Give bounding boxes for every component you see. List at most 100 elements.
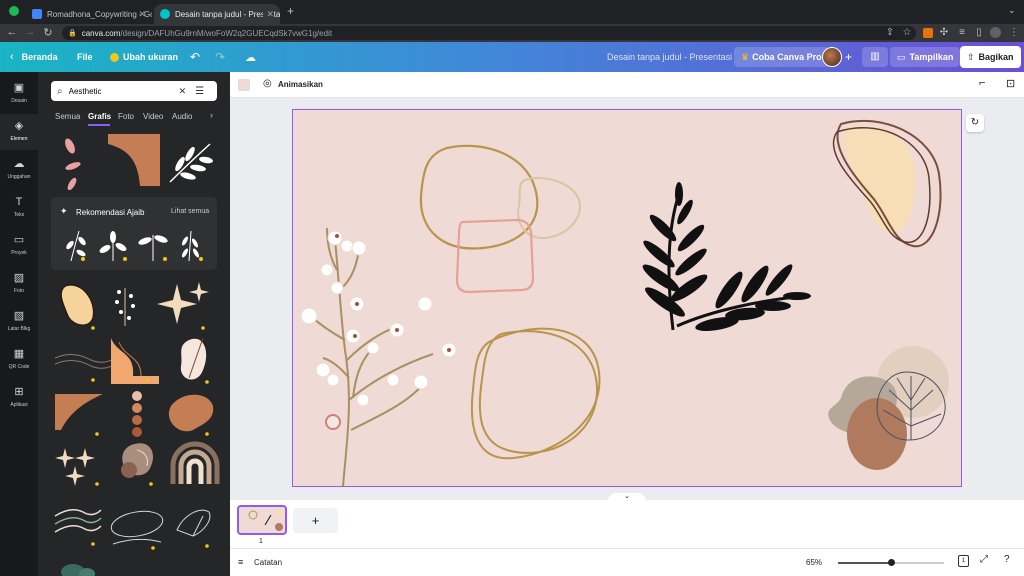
user-avatar[interactable] [822,47,842,67]
tab-grafis[interactable]: Grafis [88,112,111,121]
close-icon[interactable]: ✕ [263,8,274,20]
tab-video[interactable]: Video [143,112,163,121]
search-input[interactable] [68,86,175,96]
rail-label: Unggahan [7,174,31,180]
add-page-button[interactable]: + [293,508,338,533]
refresh-rotate-icon[interactable]: ↻ [966,114,984,132]
graphics-grid[interactable] [53,280,223,576]
home-button[interactable]: ‹ Beranda [10,42,58,72]
notes-icon: ≡ [238,557,244,567]
present-label: Tampilkan [909,52,954,62]
filter-sliders-icon[interactable]: ☰ [195,86,204,97]
canvas-artwork[interactable] [293,110,961,487]
chevron-left-icon: ‹ [10,51,14,63]
search-box[interactable]: ⌕ ✕ ☰ [51,81,217,101]
share-page-icon[interactable]: ⇪ [884,27,896,39]
canva-icon [160,9,170,19]
rail-item-desain[interactable]: ▣ Desain [0,76,38,112]
rail-item-elemen[interactable]: ◈ Elemen [0,114,38,150]
tab-semua[interactable]: Semua [55,112,80,121]
url-path: /design/DAFUhGu9rnM/woFoW2q2GUECqdSk7vwG… [120,28,333,38]
page-count-button[interactable]: 1 [958,555,969,567]
graphic-thumbnail[interactable] [164,138,216,186]
chevron-right-icon[interactable]: › [210,110,213,120]
cloud-save-icon[interactable]: ☁ [245,42,256,72]
lock-icon[interactable]: ⊡ [1006,77,1015,90]
zoom-value[interactable]: 65% [806,558,822,567]
share-button[interactable]: ⇧ Bagikan [960,46,1021,68]
canva-top-bar: ‹ Beranda File Ubah ukuran ↶ ↷ ☁ Desain … [0,42,1024,72]
close-icon[interactable]: ✕ [138,9,146,20]
document-title[interactable]: Desain tanpa judul - Presentasi [607,42,732,72]
graphic-thumbnail[interactable] [58,132,98,190]
editor-toolbar: ◎ Animasikan ⌐ ⊡ [230,72,1024,98]
extension-icon[interactable] [923,28,933,38]
new-tab-button[interactable]: + [287,4,294,18]
page-thumbnails-strip: 1 + [230,500,1024,548]
zoom-slider-track[interactable] [838,559,944,566]
active-tab-indicator [88,124,110,126]
rec-title: Rekomendasi Ajaib [76,208,145,217]
forward-arrow-icon[interactable]: → [22,26,38,38]
design-canvas[interactable] [292,109,962,487]
rail-item-foto[interactable]: ▨ Foto [0,266,38,302]
see-all-link[interactable]: Lihat semua [171,208,209,215]
pro-label: Coba Canva Pro [752,52,822,62]
rail-item-qr[interactable]: ▦ QR Code [0,342,38,378]
qr-icon: ▦ [13,348,25,360]
browser-tab-docs[interactable]: Romadhona_Copywriting - Goo ✕ [26,4,152,24]
layout-icon: ▣ [13,82,25,94]
file-menu-button[interactable]: File [77,42,93,72]
tab-audio[interactable]: Audio [172,112,192,121]
rail-label: Aplikasi [10,402,28,408]
undo-icon[interactable]: ↶ [190,42,200,72]
add-collaborator-icon[interactable]: + [845,42,852,72]
insights-chart-icon[interactable]: ▥ [862,47,888,67]
tab-search-icon[interactable]: ⌄ [1008,5,1016,16]
text-icon: T [15,196,23,208]
redo-icon[interactable]: ↷ [215,42,225,72]
spotify-icon[interactable] [9,6,19,16]
puzzle-icon[interactable]: ✣ [938,27,950,39]
help-icon[interactable]: ? [1004,554,1010,565]
profile-avatar[interactable] [990,27,1001,38]
rail-label: Proyek [11,250,27,256]
background-color-swatch[interactable] [238,79,250,91]
fullscreen-icon[interactable]: ⤢ [980,554,988,565]
browser-tab-canva[interactable]: Desain tanpa judul - Presentasi ✕ [154,4,280,24]
browser-menu-icon[interactable]: ⋮ [1008,27,1020,39]
apps-icon: ⊞ [14,386,24,398]
rail-item-proyek[interactable]: ▭ Proyek [0,228,38,264]
recommendation-thumbnails[interactable] [61,227,211,263]
try-pro-button[interactable]: ♛ Coba Canva Pro [734,47,829,67]
lock-icon: 🔒 [68,30,77,37]
graphic-thumbnail[interactable] [108,134,162,188]
share-label: Bagikan [978,52,1014,62]
rail-item-aplikasi[interactable]: ⊞ Aplikasi [0,380,38,416]
pattern-icon: ▧ [13,310,25,322]
zoom-slider-handle[interactable] [888,559,895,566]
resize-label: Ubah ukuran [123,52,179,62]
monitor-icon: ▭ [897,51,906,62]
reload-icon[interactable]: ↻ [40,26,56,39]
animate-button[interactable]: Animasikan [278,80,323,89]
url-field[interactable]: 🔒 canva.com/design/DAFUhGu9rnM/woFoW2q2G… [62,26,916,40]
editor-area: ◎ Animasikan ⌐ ⊡ ↻ ⌄ 1 + ≡ Catatan 65% 1… [230,72,1024,576]
sidepanel-icon[interactable]: ▯ [973,27,985,39]
rail-item-latar[interactable]: ▧ Latar Blkg [0,304,38,340]
page-thumbnail[interactable] [237,505,287,535]
clear-icon[interactable]: ✕ [179,86,187,97]
magic-recommendations: ✦ Rekomendasi Ajaib Lihat semua [51,197,217,270]
animate-icon: ◎ [263,78,272,89]
notes-button[interactable]: Catatan [254,558,282,567]
media-icon[interactable]: ≡ [956,27,968,39]
paint-format-icon[interactable]: ⌐ [979,77,985,89]
rail-item-teks[interactable]: T Teks [0,190,38,226]
rail-item-unggahan[interactable]: ☁ Unggahan [0,152,38,188]
browser-tab-bar: Romadhona_Copywriting - Goo ✕ Desain tan… [0,0,1024,24]
tab-foto[interactable]: Foto [118,112,134,121]
bookmark-star-icon[interactable]: ☆ [901,27,913,39]
resize-button[interactable]: Ubah ukuran [110,42,178,72]
back-arrow-icon[interactable]: ← [4,26,20,38]
present-button[interactable]: ▭ Tampilkan [890,47,961,67]
